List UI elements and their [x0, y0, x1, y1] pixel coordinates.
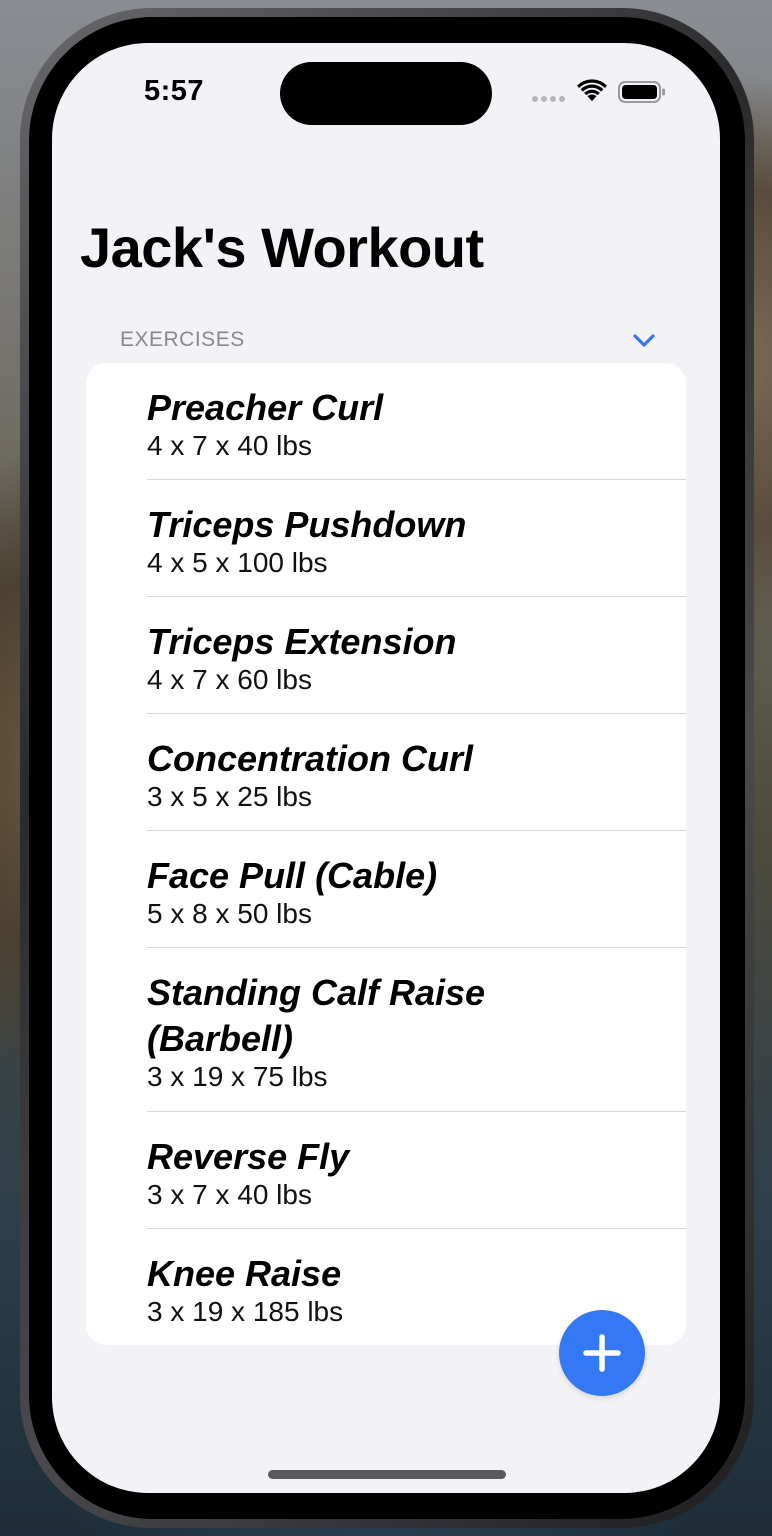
- exercise-list: Preacher Curl 4 x 7 x 40 lbs Triceps Pus…: [86, 363, 686, 1345]
- cellular-signal-icon: [532, 96, 566, 104]
- exercise-detail: 3 x 7 x 40 lbs: [147, 1179, 312, 1210]
- exercise-name: Reverse Fly: [147, 1136, 350, 1177]
- dynamic-island: [280, 62, 492, 125]
- list-item[interactable]: Face Pull (Cable) 5 x 8 x 50 lbs: [86, 831, 686, 948]
- section-header-exercises: EXERCISES: [120, 328, 245, 351]
- exercise-name: Triceps Pushdown: [147, 504, 467, 545]
- exercise-detail: 4 x 7 x 40 lbs: [147, 430, 312, 461]
- wifi-icon: [577, 79, 607, 101]
- exercise-name: Triceps Extension: [147, 621, 457, 662]
- exercise-name: Standing Calf Raise (Barbell): [147, 972, 486, 1059]
- app-screen: 5:57 Jack's Workout EXERCISES Preacher C…: [52, 43, 720, 1493]
- plus-icon: [583, 1334, 621, 1372]
- chevron-down-icon[interactable]: [628, 327, 660, 355]
- list-item[interactable]: Triceps Pushdown 4 x 5 x 100 lbs: [86, 480, 686, 597]
- exercise-name: Preacher Curl: [147, 387, 384, 428]
- exercise-detail: 5 x 8 x 50 lbs: [147, 898, 312, 929]
- list-item[interactable]: Preacher Curl 4 x 7 x 40 lbs: [86, 363, 686, 480]
- exercise-detail: 3 x 19 x 75 lbs: [147, 1061, 328, 1092]
- exercise-detail: 3 x 5 x 25 lbs: [147, 781, 312, 812]
- status-time: 5:57: [144, 75, 205, 107]
- exercise-name: Concentration Curl: [147, 738, 474, 779]
- add-exercise-button[interactable]: [559, 1310, 645, 1396]
- list-item[interactable]: Triceps Extension 4 x 7 x 60 lbs: [86, 597, 686, 714]
- home-indicator[interactable]: [268, 1470, 506, 1479]
- exercise-detail: 4 x 5 x 100 lbs: [147, 547, 328, 578]
- list-item[interactable]: Concentration Curl 3 x 5 x 25 lbs: [86, 714, 686, 831]
- list-item[interactable]: Standing Calf Raise (Barbell) 3 x 19 x 7…: [86, 948, 686, 1112]
- battery-icon: [618, 81, 665, 103]
- page-title: Jack's Workout: [80, 216, 484, 279]
- exercise-detail: 4 x 7 x 60 lbs: [147, 664, 312, 695]
- list-item[interactable]: Reverse Fly 3 x 7 x 40 lbs: [86, 1112, 686, 1229]
- exercise-name: Knee Raise: [147, 1253, 342, 1294]
- exercise-name: Face Pull (Cable): [147, 855, 438, 896]
